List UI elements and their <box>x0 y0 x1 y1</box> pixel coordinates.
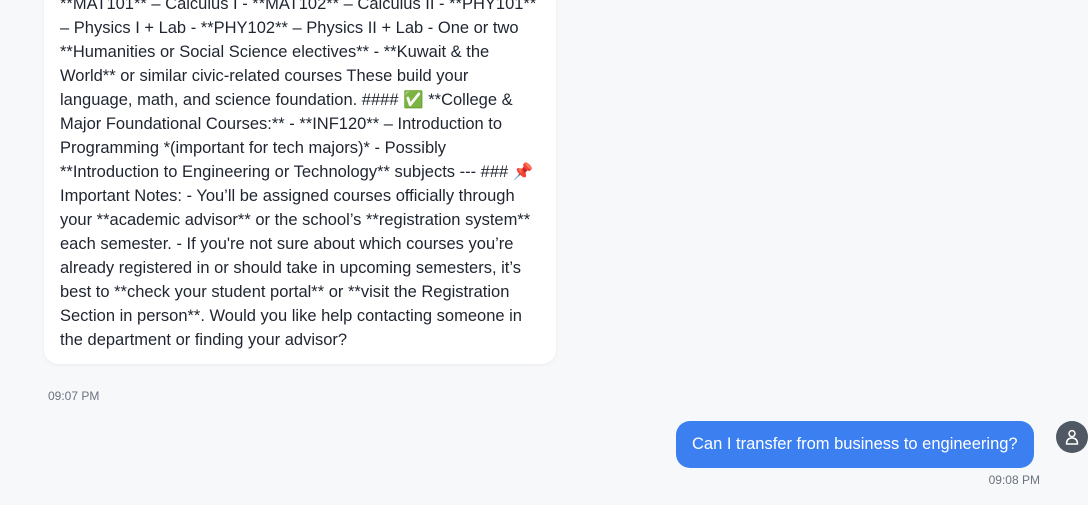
assistant-message-text: **MAT101** – Calculus I - **MAT102** – C… <box>60 0 541 349</box>
chat-area: **MAT101** – Calculus I - **MAT102** – C… <box>0 0 1088 505</box>
user-icon <box>1065 429 1079 445</box>
assistant-message-timestamp: 09:07 PM <box>48 389 100 403</box>
user-message-timestamp: 09:08 PM <box>988 473 1040 487</box>
assistant-message-bubble: **MAT101** – Calculus I - **MAT102** – C… <box>44 0 556 364</box>
user-avatar[interactable] <box>1056 421 1088 453</box>
user-message-bubble: Can I transfer from business to engineer… <box>676 421 1034 468</box>
